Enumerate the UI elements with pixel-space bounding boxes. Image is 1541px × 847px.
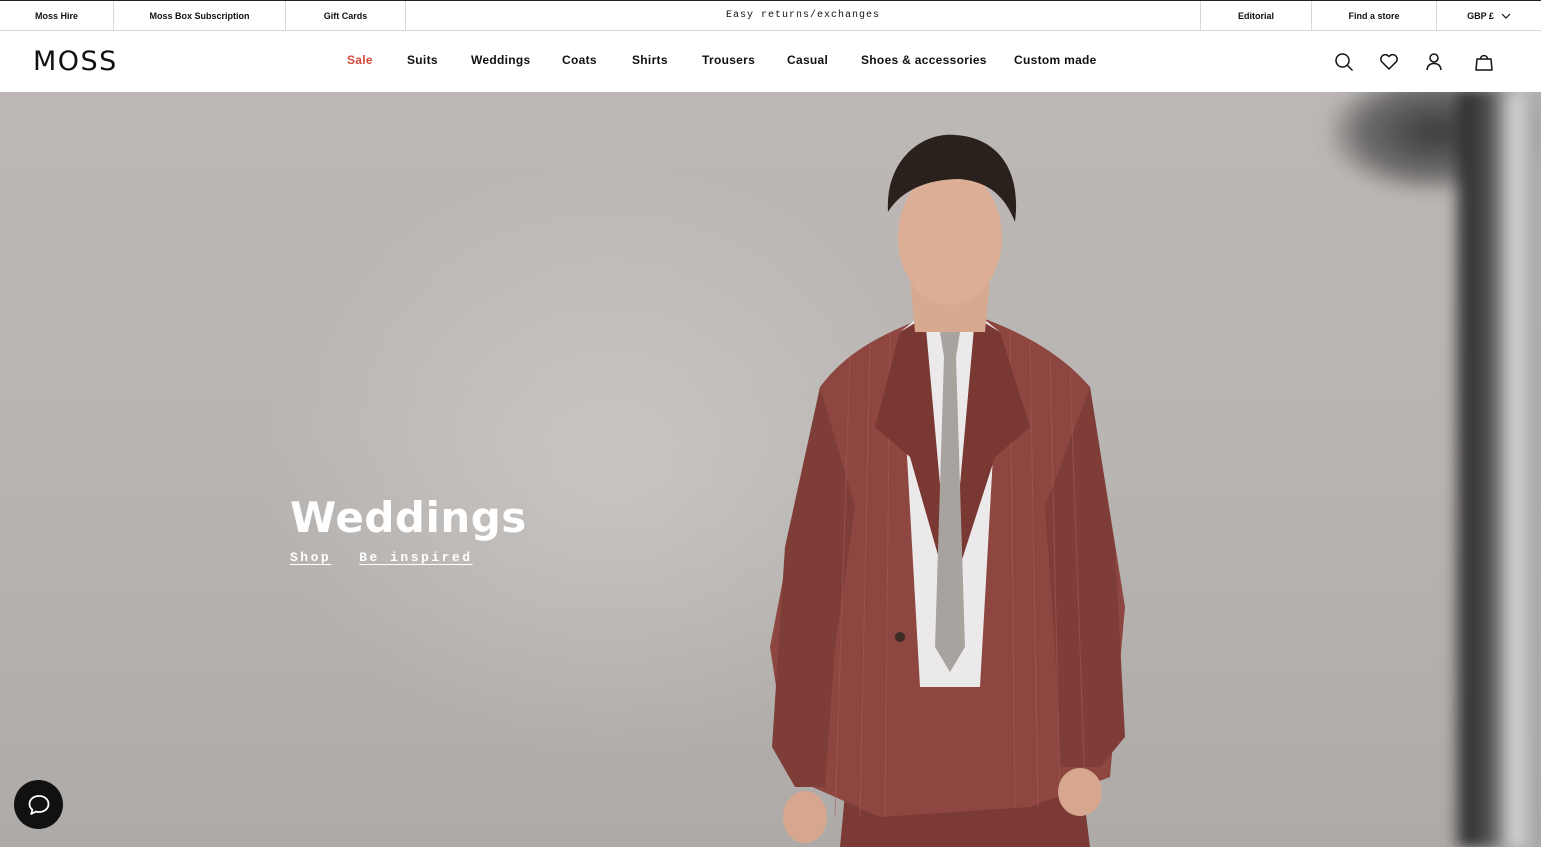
promo-message: Easy returns/exchanges bbox=[406, 1, 1201, 30]
chat-button[interactable] bbox=[14, 780, 63, 829]
gift-cards-link[interactable]: Gift Cards bbox=[286, 1, 406, 30]
editorial-link[interactable]: Editorial bbox=[1201, 1, 1312, 30]
nav-custom-made[interactable]: Custom made bbox=[1014, 53, 1097, 67]
moss-hire-link[interactable]: Moss Hire bbox=[0, 1, 114, 30]
utility-bar: Moss Hire Moss Box Subscription Gift Car… bbox=[0, 0, 1541, 31]
nav-trousers[interactable]: Trousers bbox=[702, 53, 755, 67]
chat-bubble-icon bbox=[28, 794, 49, 815]
hero-model-image bbox=[770, 134, 1125, 847]
search-icon[interactable] bbox=[1333, 51, 1355, 73]
currency-label: GBP £ bbox=[1467, 10, 1494, 21]
nav-shoes-accessories[interactable]: Shoes & accessories bbox=[861, 53, 987, 67]
site-header: MOSS Sale Suits Weddings Coats Shirts Tr… bbox=[0, 31, 1541, 92]
nav-shirts[interactable]: Shirts bbox=[632, 53, 668, 67]
hero-banner: Weddings Shop Be inspired bbox=[0, 92, 1541, 847]
currency-selector[interactable]: GBP £ bbox=[1437, 1, 1541, 30]
hero-content: Weddings Shop Be inspired bbox=[290, 493, 527, 566]
account-icon[interactable] bbox=[1423, 51, 1445, 73]
shop-link[interactable]: Shop bbox=[290, 550, 331, 565]
nav-sale[interactable]: Sale bbox=[347, 53, 373, 67]
chevron-down-icon bbox=[1501, 13, 1511, 19]
main-nav: Sale Suits Weddings Coats Shirts Trouser… bbox=[0, 31, 1541, 92]
nav-weddings[interactable]: Weddings bbox=[471, 53, 531, 67]
heart-icon[interactable] bbox=[1378, 51, 1400, 73]
studio-stand bbox=[1450, 92, 1541, 847]
hero-title: Weddings bbox=[290, 493, 527, 542]
moss-box-subscription-link[interactable]: Moss Box Subscription bbox=[114, 1, 286, 30]
nav-coats[interactable]: Coats bbox=[562, 53, 597, 67]
be-inspired-link[interactable]: Be inspired bbox=[359, 550, 472, 565]
bag-icon[interactable] bbox=[1473, 51, 1495, 73]
find-a-store-link[interactable]: Find a store bbox=[1312, 1, 1437, 30]
hero-links: Shop Be inspired bbox=[290, 550, 527, 565]
nav-suits[interactable]: Suits bbox=[407, 53, 438, 67]
nav-casual[interactable]: Casual bbox=[787, 53, 828, 67]
